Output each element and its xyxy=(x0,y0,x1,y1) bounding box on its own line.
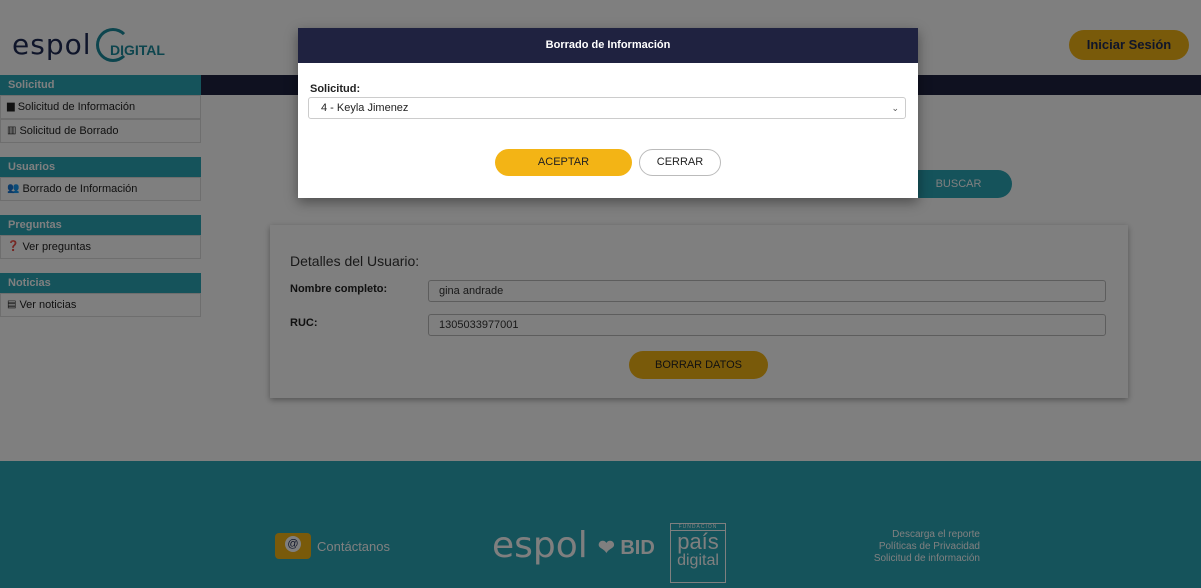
close-button[interactable]: CERRAR xyxy=(639,149,721,176)
request-select-value: 4 - Keyla Jimenez xyxy=(321,102,409,114)
request-select[interactable]: 4 - Keyla Jimenez ⌄ xyxy=(308,97,906,119)
modal-title: Borrado de Información xyxy=(298,28,918,63)
request-select-label: Solicitud: xyxy=(310,83,361,95)
accept-button[interactable]: ACEPTAR xyxy=(495,149,632,176)
erase-info-modal: Borrado de Información Solicitud: 4 - Ke… xyxy=(298,28,918,198)
chevron-down-icon: ⌄ xyxy=(891,103,899,113)
